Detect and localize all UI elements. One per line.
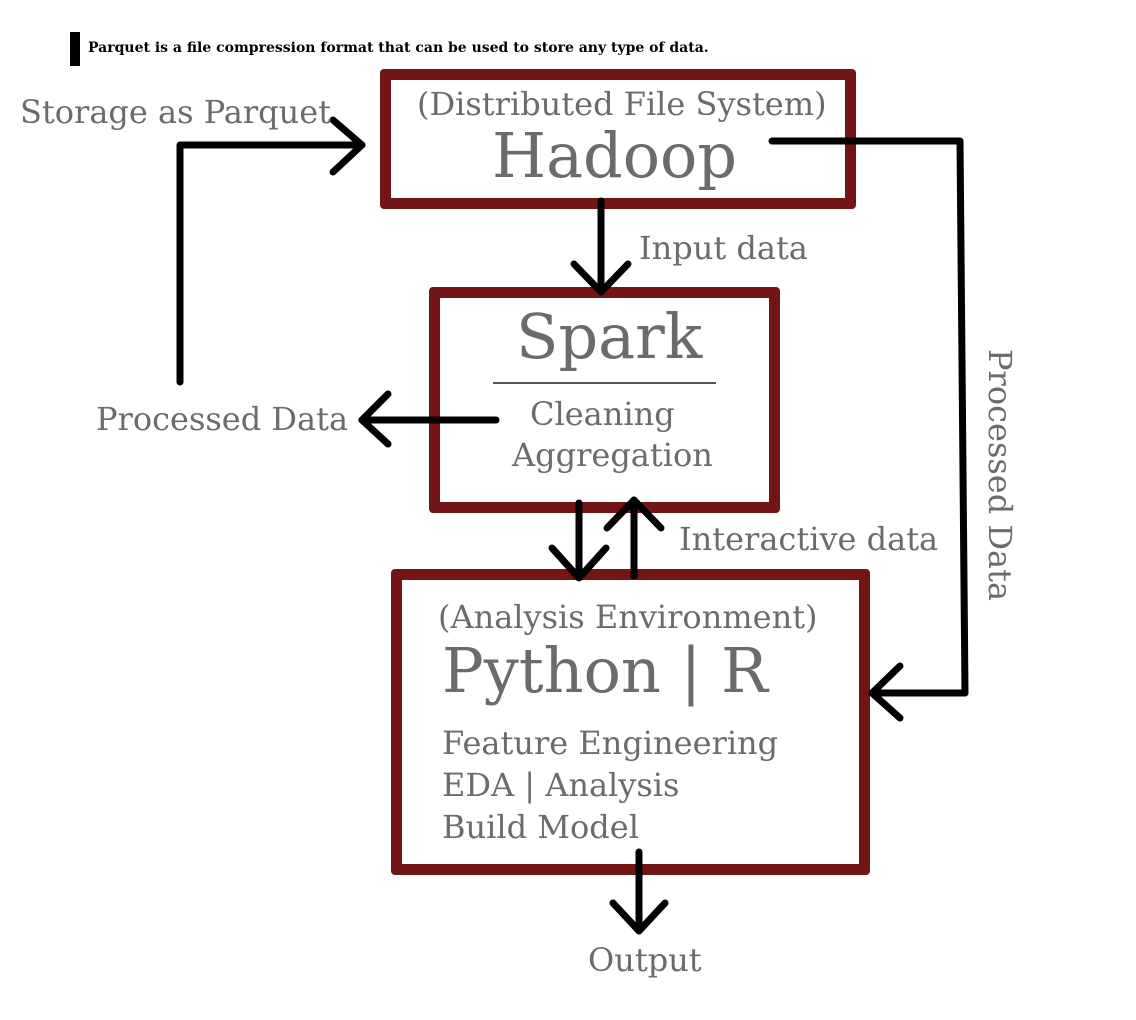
python-title: Python | R bbox=[442, 634, 768, 707]
spark-item-cleaning: Cleaning bbox=[530, 395, 675, 433]
spark-title: Spark bbox=[516, 300, 703, 373]
interactive-data-label: Interactive data bbox=[679, 520, 939, 558]
storage-arrow bbox=[176, 141, 366, 386]
hadoop-subtitle: (Distributed File System) bbox=[417, 85, 827, 123]
spark-item-aggregation: Aggregation bbox=[512, 436, 713, 474]
output-label: Output bbox=[588, 941, 702, 979]
python-item-eda-analysis: EDA | Analysis bbox=[442, 766, 680, 804]
python-subtitle: (Analysis Environment) bbox=[438, 598, 818, 636]
processed-data-left-label: Processed Data bbox=[96, 400, 349, 438]
python-item-build-model: Build Model bbox=[442, 808, 639, 846]
processed-data-right-label: Processed Data bbox=[981, 349, 1019, 602]
diagram: Parquet is a file compression format tha… bbox=[0, 0, 1136, 1020]
storage-label: Storage as Parquet bbox=[20, 93, 332, 131]
hadoop-title: Hadoop bbox=[492, 119, 738, 192]
input-data-label: Input data bbox=[639, 229, 808, 267]
python-item-feature-engineering: Feature Engineering bbox=[442, 724, 779, 762]
spark-divider bbox=[493, 382, 716, 384]
